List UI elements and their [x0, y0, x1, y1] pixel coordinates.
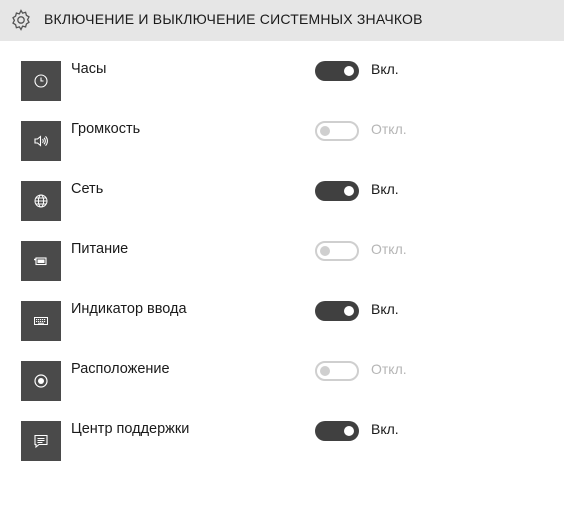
volume-icon-tile	[21, 121, 61, 161]
toggle-state-label: Вкл.	[371, 421, 399, 437]
toggle-state-label: Откл.	[371, 121, 407, 137]
setting-label: Питание	[71, 241, 129, 257]
toggle-state-label: Вкл.	[371, 301, 399, 317]
toggle-state-label: Вкл.	[371, 181, 399, 197]
toggle-state-label: Вкл.	[371, 61, 399, 77]
setting-row-input-indicator: Индикатор ввода Вкл.	[0, 301, 564, 343]
setting-row-volume: Громкость Откл.	[0, 121, 564, 163]
toggle-state-label: Откл.	[371, 361, 407, 377]
keyboard-icon	[34, 317, 48, 325]
location-icon	[34, 374, 48, 388]
setting-label: Сеть	[71, 181, 104, 197]
location-toggle[interactable]	[315, 361, 359, 381]
setting-row-clock: Часы Вкл.	[0, 61, 564, 103]
toggle-knob	[344, 426, 354, 436]
clock-toggle[interactable]	[315, 61, 359, 81]
volume-icon	[34, 135, 48, 147]
action-center-icon-tile	[21, 421, 61, 461]
network-globe-icon	[34, 194, 48, 208]
toggle-knob	[344, 186, 354, 196]
toggle-state-label: Откл.	[371, 241, 407, 257]
network-toggle[interactable]	[315, 181, 359, 201]
setting-label: Расположение	[71, 361, 170, 377]
setting-label: Громкость	[71, 121, 141, 137]
power-toggle[interactable]	[315, 241, 359, 261]
setting-row-network: Сеть Вкл.	[0, 181, 564, 223]
input-indicator-toggle[interactable]	[315, 301, 359, 321]
setting-row-action-center: Центр поддержки Вкл.	[0, 421, 564, 463]
toggle-knob	[320, 246, 330, 256]
network-icon-tile	[21, 181, 61, 221]
clock-icon	[34, 74, 48, 88]
toggle-knob	[344, 306, 354, 316]
page-title: ВКЛЮЧЕНИЕ И ВЫКЛЮЧЕНИЕ СИСТЕМНЫХ ЗНАЧКОВ	[44, 11, 423, 27]
toggle-knob	[320, 366, 330, 376]
setting-label: Центр поддержки	[71, 421, 190, 437]
toggle-knob	[320, 126, 330, 136]
setting-label: Часы	[71, 61, 107, 77]
page-header: ВКЛЮЧЕНИЕ И ВЫКЛЮЧЕНИЕ СИСТЕМНЫХ ЗНАЧКОВ	[0, 0, 564, 41]
location-icon-tile	[21, 361, 61, 401]
setting-row-location: Расположение Откл.	[0, 361, 564, 403]
input-indicator-icon-tile	[21, 301, 61, 341]
action-center-icon	[34, 434, 48, 449]
setting-row-power: Питание Откл.	[0, 241, 564, 283]
action-center-toggle[interactable]	[315, 421, 359, 441]
power-icon-tile	[21, 241, 61, 281]
gear-icon	[12, 9, 30, 31]
setting-label: Индикатор ввода	[71, 301, 187, 317]
clock-icon-tile	[21, 61, 61, 101]
battery-icon	[34, 257, 47, 266]
toggle-knob	[344, 66, 354, 76]
volume-toggle[interactable]	[315, 121, 359, 141]
